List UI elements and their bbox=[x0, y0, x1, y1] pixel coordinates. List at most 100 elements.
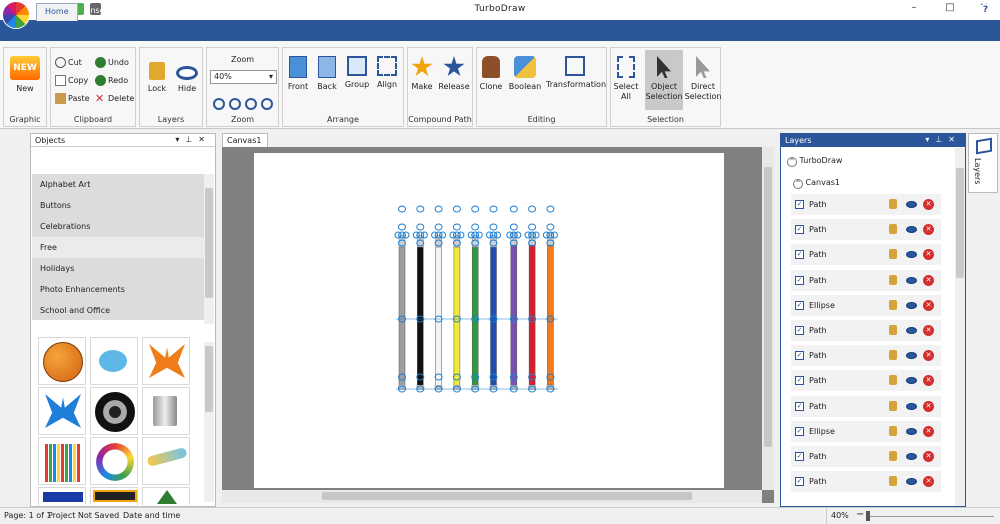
layer-visibility-checkbox[interactable]: ✓ bbox=[795, 376, 804, 386]
canvas-hscroll-thumb[interactable] bbox=[322, 492, 692, 500]
category-scroll-thumb[interactable] bbox=[205, 188, 213, 298]
object-selection-button[interactable]: Object Selection bbox=[645, 50, 683, 110]
undo-button[interactable]: Undo bbox=[95, 56, 129, 72]
eye-icon[interactable] bbox=[906, 427, 917, 435]
selection-handle[interactable] bbox=[509, 223, 518, 231]
delete-icon[interactable]: ✕ bbox=[923, 476, 934, 488]
selection-handle[interactable] bbox=[471, 205, 480, 213]
paint-ring-icon[interactable] bbox=[90, 437, 138, 485]
tab-view[interactable]: View bbox=[256, 3, 291, 21]
pencil-shapes[interactable] bbox=[394, 205, 558, 393]
category-item[interactable]: Photo Enhancements bbox=[32, 279, 204, 300]
selection-handle[interactable] bbox=[434, 223, 443, 231]
butterfly-orange-icon[interactable] bbox=[142, 337, 190, 385]
help-dropdown-icon[interactable]: ▾ bbox=[993, 5, 997, 13]
category-item[interactable]: Buttons bbox=[32, 195, 204, 216]
layers-scrollbar[interactable] bbox=[955, 148, 965, 506]
basketball-icon[interactable] bbox=[38, 337, 86, 385]
layer-visibility-checkbox[interactable]: ✓ bbox=[795, 426, 804, 436]
align-button[interactable]: Align bbox=[367, 56, 407, 89]
lock-icon[interactable] bbox=[889, 299, 897, 310]
layer-visibility-checkbox[interactable]: ✓ bbox=[795, 300, 804, 310]
layer-row[interactable]: ✓ Ellipse ✕ bbox=[791, 420, 941, 443]
direct-selection-button[interactable]: Direct Selection bbox=[684, 56, 722, 102]
gallery-scrollbar[interactable] bbox=[204, 342, 214, 502]
redo-button[interactable]: Redo bbox=[95, 74, 128, 90]
delete-icon[interactable]: ✕ bbox=[923, 299, 934, 311]
boolean-button[interactable]: Boolean bbox=[505, 56, 545, 91]
category-list[interactable]: Alphabet Art Buttons Celebrations Free H… bbox=[32, 174, 204, 320]
delete-icon[interactable]: ✕ bbox=[923, 224, 934, 236]
zoom-slider-thumb[interactable] bbox=[866, 511, 870, 521]
category-item[interactable]: Celebrations bbox=[32, 216, 204, 237]
lock-icon[interactable] bbox=[889, 274, 897, 285]
delete-icon[interactable]: ✕ bbox=[923, 375, 934, 387]
eye-icon[interactable] bbox=[906, 478, 917, 486]
tab-canvas[interactable]: Canvas bbox=[208, 3, 253, 21]
selection-handle[interactable] bbox=[398, 205, 406, 213]
maximize-button[interactable]: □ bbox=[942, 2, 958, 16]
tab-effects[interactable]: Effects bbox=[163, 3, 206, 21]
banner-icon[interactable] bbox=[38, 487, 86, 505]
selection-handle[interactable] bbox=[471, 223, 480, 231]
pencil-body[interactable] bbox=[528, 244, 536, 386]
panel-pin-close-icons[interactable]: ▾⊥✕ bbox=[925, 135, 961, 144]
zoom-reset-icon[interactable] bbox=[261, 98, 273, 110]
cut-button[interactable]: Cut bbox=[55, 56, 82, 72]
pencil-cap[interactable] bbox=[547, 232, 554, 246]
layer-row[interactable]: ✓ Path ✕ bbox=[791, 446, 941, 468]
selection-handle[interactable] bbox=[489, 205, 498, 213]
tire-icon[interactable] bbox=[90, 387, 138, 435]
layer-row[interactable]: ✓ Path ✕ bbox=[791, 219, 941, 242]
zoom-select[interactable]: 40% ▾ bbox=[210, 70, 277, 84]
selected-pencils-drawing[interactable] bbox=[222, 147, 774, 503]
eye-icon[interactable] bbox=[906, 327, 917, 334]
eye-icon[interactable] bbox=[906, 226, 917, 234]
layer-visibility-checkbox[interactable]: ✓ bbox=[795, 275, 804, 285]
layer-row[interactable]: ✓ Path ✕ bbox=[791, 320, 941, 342]
layer-root[interactable]: ^ TurboDraw bbox=[787, 156, 842, 167]
butterfly-blue-icon[interactable] bbox=[38, 387, 86, 435]
layer-visibility-checkbox[interactable]: ✓ bbox=[795, 200, 804, 209]
pencils-icon[interactable] bbox=[38, 437, 86, 485]
bird-icon[interactable] bbox=[90, 337, 138, 385]
lock-icon[interactable] bbox=[889, 375, 897, 386]
delete-icon[interactable]: ✕ bbox=[923, 274, 934, 286]
selection-handle[interactable] bbox=[434, 205, 443, 213]
copy-button[interactable]: Copy bbox=[55, 74, 88, 90]
delete-icon[interactable]: ✕ bbox=[923, 325, 934, 336]
selection-handle[interactable] bbox=[416, 205, 425, 213]
eye-icon[interactable] bbox=[906, 402, 917, 410]
eye-icon[interactable] bbox=[906, 377, 917, 385]
new-graphic-button[interactable]: NEW New bbox=[5, 56, 45, 93]
layer-row[interactable]: ✓ Path ✕ bbox=[791, 471, 941, 494]
side-tab-layers[interactable]: Layers bbox=[968, 133, 998, 193]
selection-handle[interactable] bbox=[452, 223, 461, 231]
selection-handle[interactable] bbox=[452, 205, 461, 213]
zoom-out-icon[interactable] bbox=[245, 98, 257, 110]
layer-row[interactable]: ✓ Path ✕ bbox=[791, 269, 941, 292]
delete-icon[interactable]: ✕ bbox=[923, 451, 934, 462]
hide-button[interactable]: Hide bbox=[167, 56, 207, 93]
tree-icon[interactable] bbox=[142, 487, 190, 505]
layer-row[interactable]: ✓ Path ✕ bbox=[791, 370, 941, 393]
lock-icon[interactable] bbox=[889, 224, 897, 235]
selection-handle[interactable] bbox=[509, 205, 518, 213]
layer-visibility-checkbox[interactable]: ✓ bbox=[795, 326, 804, 335]
lock-icon[interactable] bbox=[889, 425, 897, 436]
zoom-in-icon[interactable] bbox=[229, 98, 241, 110]
gallery-scroll-thumb[interactable] bbox=[205, 346, 213, 412]
pencil-cap[interactable] bbox=[510, 232, 518, 246]
minimize-button[interactable]: – bbox=[906, 2, 922, 16]
selection-handle[interactable] bbox=[528, 205, 537, 213]
delete-icon[interactable]: ✕ bbox=[923, 425, 934, 437]
zoom-slider-track[interactable] bbox=[866, 516, 994, 517]
eye-icon[interactable] bbox=[906, 453, 917, 460]
category-scrollbar[interactable] bbox=[204, 174, 214, 324]
pencil-body[interactable] bbox=[510, 244, 518, 386]
selection-handle[interactable] bbox=[398, 223, 406, 231]
layer-row[interactable]: ✓ Path ✕ bbox=[791, 345, 941, 368]
delete-icon[interactable]: ✕ bbox=[923, 249, 934, 261]
paste-button[interactable]: Paste bbox=[55, 92, 90, 108]
pencil-cap[interactable] bbox=[528, 232, 536, 246]
